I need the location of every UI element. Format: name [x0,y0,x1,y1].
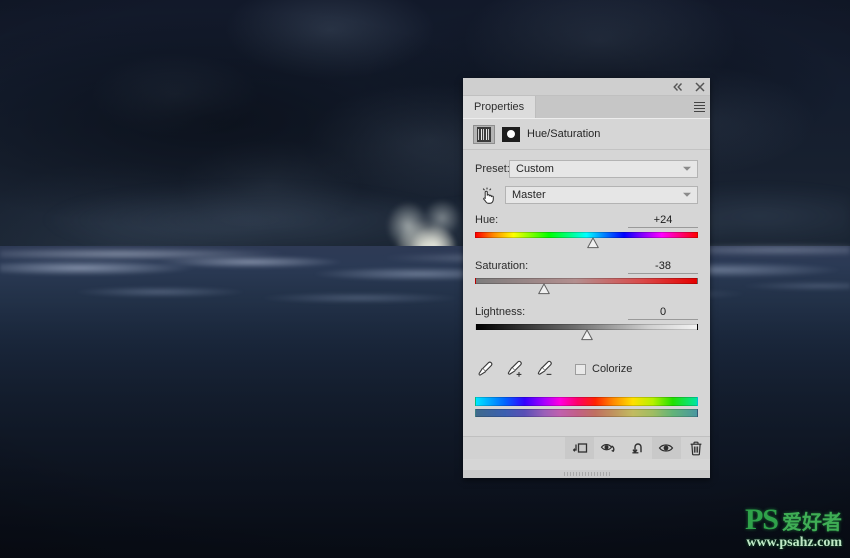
eye-icon [658,444,674,452]
trash-icon [690,441,701,455]
background-photo-stormy-sea [0,0,850,558]
view-previous-state-button[interactable] [594,437,623,459]
eyedropper-row: Colorize [475,359,698,379]
chevron-down-icon [683,192,691,197]
hue-result-spectrum-bar[interactable] [475,409,698,417]
adjustment-header: Hue/Saturation [463,119,710,150]
adjustment-properties-icon[interactable] [473,124,495,144]
eyedropper-subtract-icon[interactable] [535,359,555,379]
lightness-value-field[interactable]: 0 [628,306,698,320]
panel-content: Preset: Custom Master Hue: +24 Saturatio… [463,150,710,417]
lightness-slider-block: Lightness: 0 [475,306,698,343]
watermark: PS 爱好者 www.psahz.com [745,505,842,550]
tabbar-empty-area [536,96,688,118]
panel-tabbar: Properties [463,96,710,118]
hue-slider-thumb[interactable] [587,237,600,249]
hue-label: Hue: [475,214,499,226]
saturation-slider-track[interactable] [475,278,698,284]
saturation-label: Saturation: [475,260,529,272]
tab-properties[interactable]: Properties [463,96,537,118]
reset-adjustment-button[interactable] [623,437,652,459]
toggle-visibility-button[interactable] [652,437,681,459]
lightness-label: Lightness: [475,306,526,318]
lightness-slider-thumb[interactable] [580,329,593,341]
preset-value: Custom [516,163,554,175]
hue-slider-block: Hue: +24 [475,214,698,251]
hue-value-field[interactable]: +24 [628,214,698,228]
watermark-url: www.psahz.com [746,535,842,550]
vignette-overlay [0,0,850,558]
clip-to-layer-button[interactable] [565,437,594,459]
colorize-label: Colorize [592,363,633,375]
saturation-track-wrap [475,278,698,297]
colorize-checkbox-row[interactable]: Colorize [575,363,632,375]
colorize-checkbox[interactable] [575,363,586,375]
channel-row: Master [475,185,698,205]
double-chevron-left-icon[interactable] [671,80,684,93]
properties-panel: Properties Hue/Saturation Preset: Custom… [463,78,710,478]
chevron-down-icon [683,166,691,171]
panel-resize-grip[interactable] [563,472,610,476]
adjustment-title: Hue/Saturation [527,128,601,140]
footer-spacer [463,437,565,459]
layer-mask-icon[interactable] [502,126,520,142]
tab-properties-label: Properties [474,101,525,113]
close-icon[interactable] [693,80,706,93]
clip-to-layer-icon [572,443,587,453]
saturation-slider-thumb[interactable] [538,283,551,295]
reset-arrow-icon [631,443,642,454]
preset-select[interactable]: Custom [509,160,698,178]
panel-footer [463,436,710,459]
watermark-ps-text: PS [744,503,779,536]
lightness-track-wrap [475,324,698,343]
hue-track-wrap [475,232,698,251]
panel-menu-button[interactable] [688,96,710,118]
saturation-value-field[interactable]: -38 [628,260,698,274]
watermark-cn-text: 爱好者 [782,510,842,534]
saturation-slider-block: Saturation: -38 [475,260,698,297]
channel-select[interactable]: Master [505,186,698,204]
on-image-adjustment-hand-icon[interactable] [475,185,501,205]
panel-body: Hue/Saturation Preset: Custom Master Hue… [463,118,710,459]
eyedropper-icon[interactable] [475,359,495,379]
eye-previous-state-icon [600,444,614,453]
preset-label: Preset: [475,163,510,175]
hue-spectrum-bar[interactable] [475,397,698,406]
hamburger-menu-icon [693,100,705,114]
preset-row: Preset: Custom [475,159,698,179]
delete-adjustment-button[interactable] [681,437,710,459]
eyedropper-add-icon[interactable] [505,359,525,379]
panel-titlebar[interactable] [463,78,710,96]
screenshot-root: PS 爱好者 www.psahz.com Properties Hue/Satu… [0,0,850,558]
panel-bottom-strip [463,470,710,478]
spectrum-bars [475,397,698,417]
channel-value: Master [512,189,546,201]
